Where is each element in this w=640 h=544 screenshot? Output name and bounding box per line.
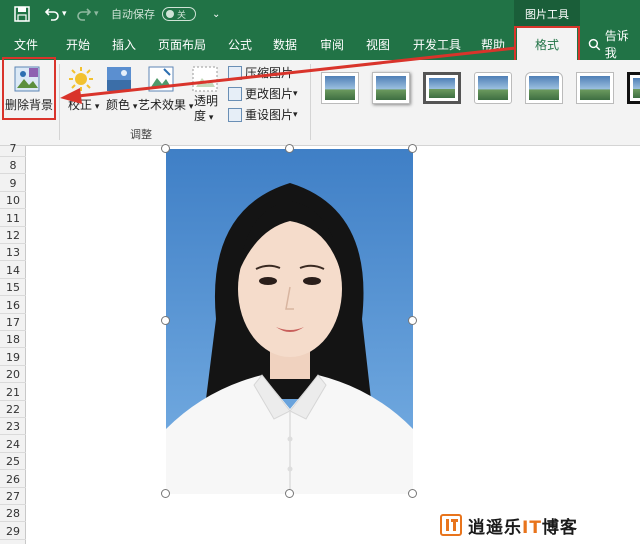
row-header[interactable]: 15 [0, 279, 26, 297]
resize-handle-top-right[interactable] [408, 144, 417, 153]
blog-logo-icon [440, 514, 462, 536]
resize-handle-top[interactable] [285, 144, 294, 153]
row-header[interactable]: 23 [0, 418, 26, 436]
row-header[interactable]: 24 [0, 436, 26, 453]
row-header[interactable]: 7 [0, 140, 26, 157]
watermark: 逍遥乐IT博客 [440, 513, 578, 538]
row-header[interactable]: 12 [0, 227, 26, 244]
resize-handle-bottom[interactable] [285, 489, 294, 498]
resize-handle-bottom-right[interactable] [408, 489, 417, 498]
row-header[interactable]: 10 [0, 192, 26, 210]
row-header[interactable]: 17 [0, 314, 26, 331]
row-header[interactable]: 22 [0, 401, 26, 418]
row-header[interactable]: 8 [0, 157, 26, 175]
row-header[interactable]: 18 [0, 331, 26, 349]
resize-handle-bottom-left[interactable] [161, 489, 170, 498]
row-header[interactable]: 9 [0, 175, 26, 192]
watermark-it: IT [522, 517, 542, 538]
row-header[interactable]: 11 [0, 210, 26, 227]
selected-picture[interactable] [166, 149, 413, 494]
resize-handle-right[interactable] [408, 316, 417, 325]
row-header[interactable]: 13 [0, 244, 26, 262]
resize-handle-top-left[interactable] [161, 144, 170, 153]
row-headers: 7 8 9 10 11 12 13 14 15 16 17 18 19 20 21 22 23 24 25 26 27 2… [0, 142, 26, 544]
row-header[interactable]: 26 [0, 471, 26, 488]
row-header[interactable]: 16 [0, 297, 26, 314]
row-header[interactable]: 21 [0, 384, 26, 401]
row-header[interactable]: 14 [0, 262, 26, 279]
watermark-text: 逍遥乐IT博客 [468, 513, 578, 538]
row-header[interactable]: 27 [0, 488, 26, 505]
portrait-image [166, 149, 413, 494]
resize-handle-left[interactable] [161, 316, 170, 325]
watermark-tail: 博客 [541, 517, 578, 538]
row-header[interactable]: 29 [0, 523, 26, 540]
row-header[interactable]: 20 [0, 366, 26, 384]
row-header[interactable]: 19 [0, 349, 26, 366]
row-header[interactable]: 25 [0, 453, 26, 471]
watermark-main: 逍遥乐 [468, 517, 522, 538]
row-header[interactable]: 28 [0, 505, 26, 523]
